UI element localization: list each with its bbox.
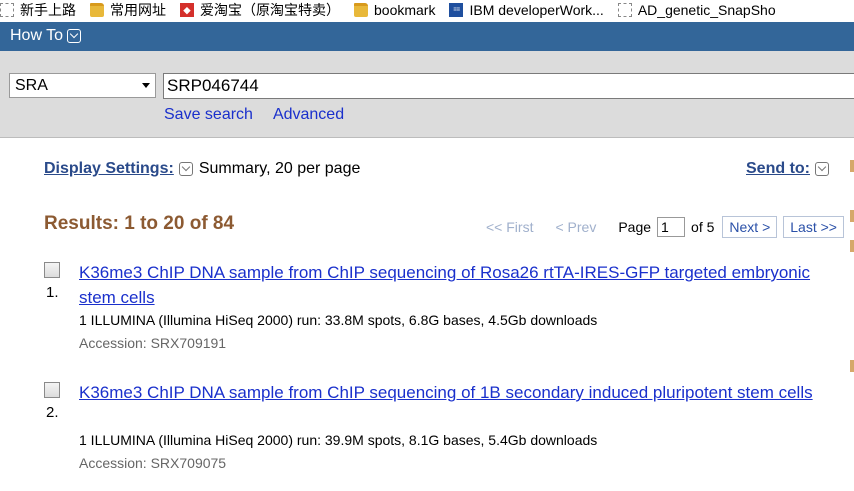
bookmark-label: IBM developerWork... <box>469 1 604 18</box>
search-input[interactable]: SRP046744 <box>163 73 854 99</box>
display-settings-link[interactable]: Display Settings: <box>44 160 174 178</box>
search-bar: SRA SRP046744 Save search Advanced <box>0 51 854 138</box>
page-count-label: of 5 <box>691 219 715 235</box>
folder-icon <box>354 2 368 17</box>
bookmarks-bar: 新手上路 常用网址 ◆ 爱淘宝（原淘宝特卖） bookmark ≡≡ IBM d… <box>0 0 854 19</box>
results-title: Results: 1 to 20 of 84 <box>44 213 235 234</box>
bookmark-item[interactable]: AD_genetic_SnapSho <box>617 0 776 19</box>
bookmark-item[interactable]: 常用网址 <box>90 0 166 19</box>
taobao-icon: ◆ <box>180 2 194 17</box>
result-description: 1 ILLUMINA (Illumina HiSeq 2000) run: 39… <box>79 432 598 448</box>
first-page-link: << First <box>486 219 534 235</box>
bookmark-label: bookmark <box>374 1 436 18</box>
chevron-down-icon[interactable] <box>178 162 193 176</box>
result-accession: Accession: SRX709075 <box>79 455 227 471</box>
dropdown-arrow-icon <box>142 83 150 88</box>
result-accession: Accession: SRX709191 <box>79 335 227 351</box>
display-settings-value: Summary, 20 per page <box>198 160 361 177</box>
howto-bar: How To <box>0 22 854 51</box>
result-title-link[interactable]: K36me3 ChIP DNA sample from ChIP sequenc… <box>79 260 824 310</box>
result-checkbox[interactable] <box>44 262 60 278</box>
bookmark-label: 新手上路 <box>20 1 76 18</box>
bookmark-label: 爱淘宝（原淘宝特卖） <box>200 1 340 18</box>
result-checkbox[interactable] <box>44 382 60 398</box>
pager: << First < Prev Page 1 of 5 Next > Last … <box>486 216 850 238</box>
right-sidebar-edge <box>850 160 854 390</box>
chevron-down-icon[interactable] <box>815 162 829 176</box>
chevron-down-icon <box>67 29 82 43</box>
database-value: SRA <box>15 77 48 94</box>
result-number: 2. <box>46 404 59 421</box>
bookmark-item[interactable]: bookmark <box>354 0 435 19</box>
page-number-input[interactable]: 1 <box>657 217 686 237</box>
folder-icon <box>90 2 104 17</box>
page-icon <box>0 2 14 17</box>
page-icon <box>617 2 632 17</box>
result-number: 1. <box>46 284 59 301</box>
search-links: Save search Advanced <box>164 106 344 124</box>
ibm-icon: ≡≡ <box>449 2 464 17</box>
howto-label: How To <box>10 27 64 44</box>
last-page-button[interactable]: Last >> <box>783 216 844 238</box>
prev-page-link: < Prev <box>555 219 597 235</box>
bookmark-item[interactable]: ◆ 爱淘宝（原淘宝特卖） <box>180 0 340 19</box>
next-page-button[interactable]: Next > <box>722 216 778 238</box>
result-title-link[interactable]: K36me3 ChIP DNA sample from ChIP sequenc… <box>79 380 824 405</box>
page-label: Page <box>618 219 652 235</box>
result-description: 1 ILLUMINA (Illumina HiSeq 2000) run: 33… <box>79 312 598 328</box>
bookmark-label: AD_genetic_SnapSho <box>637 1 776 18</box>
save-search-link[interactable]: Save search <box>164 106 253 124</box>
database-select[interactable]: SRA <box>9 73 156 98</box>
send-to: Send to: <box>746 160 835 178</box>
advanced-search-link[interactable]: Advanced <box>273 106 344 124</box>
bookmark-label: 常用网址 <box>110 1 166 18</box>
send-to-link[interactable]: Send to: <box>746 160 810 178</box>
bookmark-item[interactable]: ≡≡ IBM developerWork... <box>449 0 604 19</box>
howto-menu[interactable]: How To <box>10 27 82 45</box>
display-settings: Display Settings: Summary, 20 per page <box>44 160 360 178</box>
bookmark-item[interactable]: 新手上路 <box>0 0 76 19</box>
